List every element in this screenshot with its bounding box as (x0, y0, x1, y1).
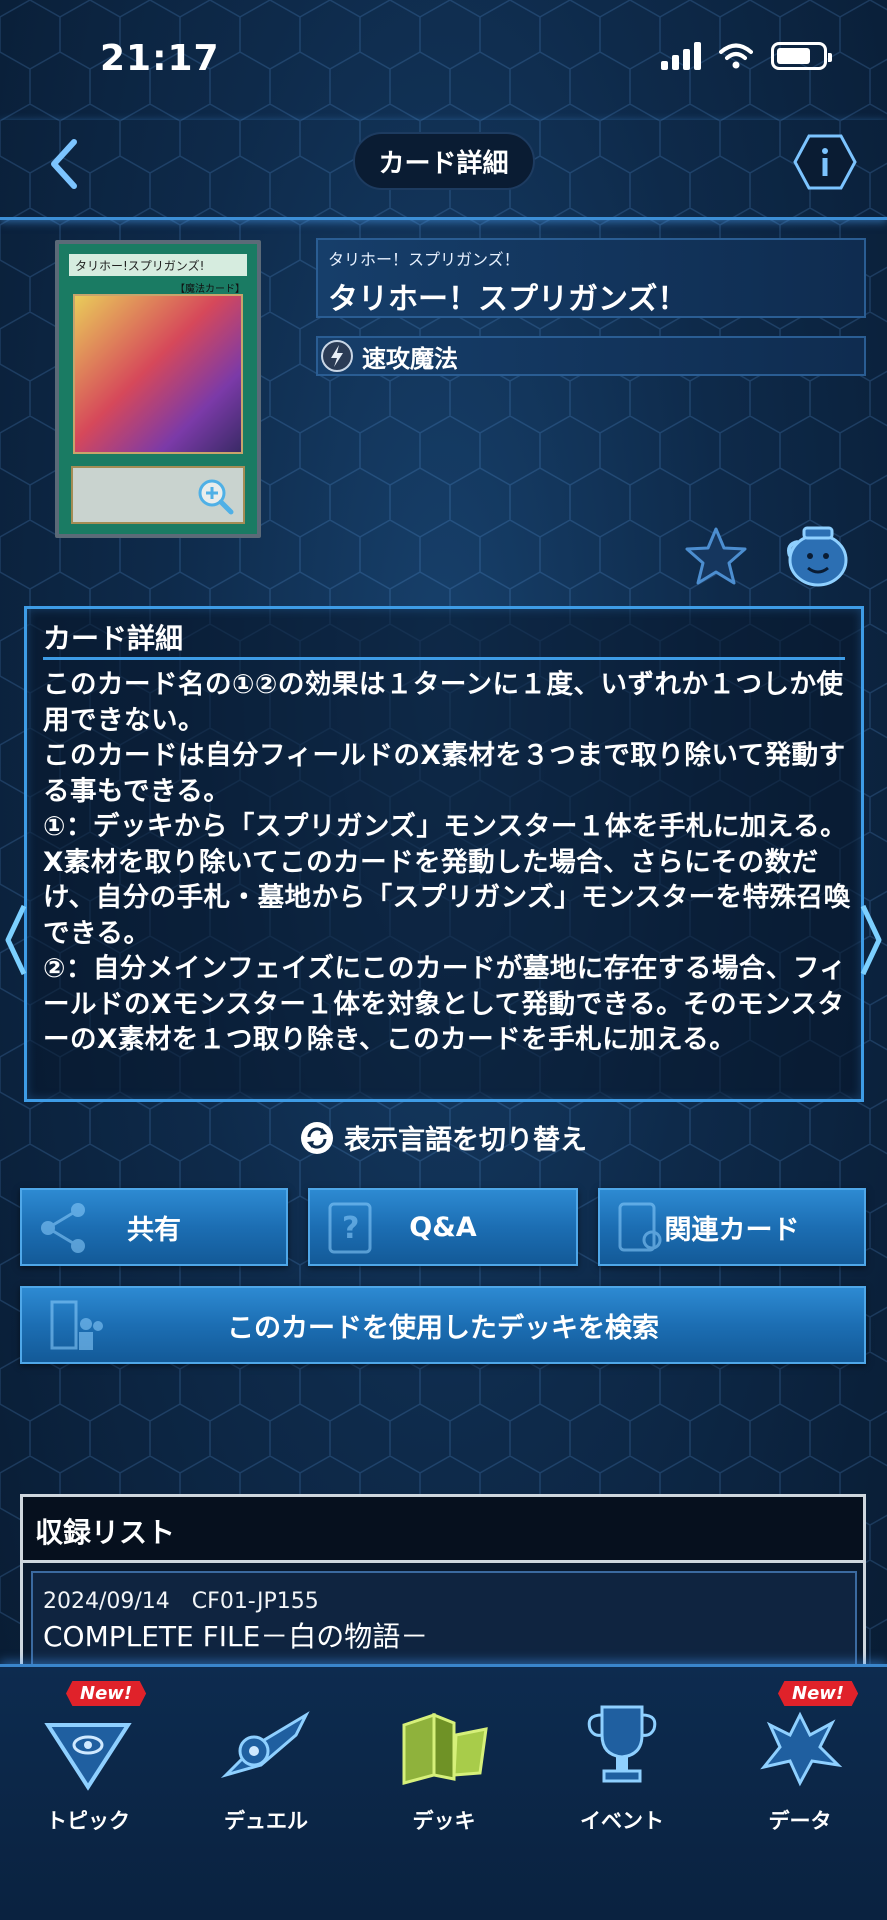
quick-play-spell-icon (321, 340, 353, 372)
card-name-ruby: タリホー！スプリガンズ！ (328, 250, 520, 269)
page-title: カード詳細 (352, 132, 535, 190)
wifi-icon (719, 43, 753, 69)
related-cards-button[interactable]: 関連カード (598, 1188, 866, 1266)
tab-deck-label: デッキ (412, 1809, 476, 1833)
release-list-title: 収録リスト (35, 1516, 176, 1549)
card-name-panel: タリホー！スプリガンズ！ タリホー！スプリガンズ！ (316, 238, 866, 318)
clock: 21:17 (100, 38, 220, 79)
card-name: タリホー！スプリガンズ！ (328, 282, 688, 317)
related-cards-label: 関連カード (664, 1214, 800, 1246)
tab-duel-label: デュエル (224, 1809, 308, 1833)
card-image[interactable]: タリホー!スプリガンズ! 【魔法カード】 (55, 240, 261, 538)
status-bar: 21:17 (0, 0, 887, 110)
release-date-code: 2024/09/14 CF01-JP155 (43, 1589, 319, 1614)
new-badge: New! (66, 1681, 147, 1706)
info-button[interactable] (793, 132, 857, 192)
millennium-puzzle-icon (44, 1723, 132, 1791)
card-image-type: 【魔法カード】 (175, 284, 245, 295)
app-header: カード詳細 (0, 120, 887, 220)
tab-duel[interactable]: デュエル (186, 1681, 346, 1833)
description-title: カード詳細 (43, 622, 184, 655)
refresh-language-icon (301, 1121, 333, 1154)
dragon-data-icon (760, 1711, 843, 1787)
language-switch-button[interactable]: 表示言語を切り替え (0, 1118, 887, 1157)
cellular-signal-icon (661, 42, 701, 70)
favorite-star-icon[interactable] (684, 526, 748, 586)
zoom-magnifier-icon[interactable] (195, 476, 235, 516)
card-description-box: カード詳細 このカード名の①②の効果は１ターンに１度、いずれか１つしか使用できな… (24, 606, 864, 1102)
release-list-header: 収録リスト (23, 1497, 863, 1563)
qa-button[interactable]: ? Q&A (308, 1188, 578, 1266)
card-type-label: 速攻魔法 (362, 344, 458, 373)
deck-search-icon (50, 1300, 103, 1350)
share-icon (41, 1203, 85, 1253)
share-button[interactable]: 共有 (20, 1188, 288, 1266)
tab-deck[interactable]: デッキ (364, 1681, 524, 1833)
card-image-name: タリホー!スプリガンズ! (69, 254, 247, 276)
release-pack-name: COMPLETE FILE－白の物語－ (43, 1620, 429, 1653)
next-card-arrow-icon[interactable] (857, 900, 885, 980)
search-decks-label: このカードを使用したデッキを検索 (227, 1312, 659, 1344)
description-divider (43, 657, 845, 660)
deck-cards-icon (402, 1712, 488, 1785)
trophy-icon (587, 1705, 657, 1783)
battery-icon (771, 42, 832, 70)
bottom-tab-bar: New! トピック デュエル デッキ イベント New! データ (0, 1664, 887, 1920)
back-button[interactable] (40, 134, 90, 194)
tab-event-label: イベント (580, 1809, 664, 1833)
qa-question-icon: ? (328, 1202, 372, 1254)
tab-topics[interactable]: New! トピック (8, 1681, 168, 1833)
new-badge: New! (778, 1681, 859, 1706)
tab-event[interactable]: イベント (542, 1681, 702, 1833)
tab-topics-label: トピック (46, 1809, 130, 1833)
share-label: 共有 (127, 1214, 181, 1246)
pot-of-greed-icon[interactable] (780, 522, 852, 588)
svg-text:?: ? (342, 1211, 359, 1246)
previous-card-arrow-icon[interactable] (2, 900, 30, 980)
card-type-panel: 速攻魔法 (316, 336, 866, 376)
status-icons (661, 42, 832, 70)
card-effect-text: このカード名の①②の効果は１ターンに１度、いずれか１つしか使用できない。 このカ… (43, 669, 851, 1055)
card-artwork (73, 294, 243, 454)
search-decks-button[interactable]: このカードを使用したデッキを検索 (20, 1286, 866, 1364)
language-switch-label: 表示言語を切り替え (344, 1125, 587, 1156)
tab-data[interactable]: New! データ (720, 1681, 880, 1833)
qa-label: Q&A (409, 1211, 477, 1243)
duel-disk-icon (220, 1711, 310, 1779)
related-cards-icon (618, 1202, 662, 1252)
tab-data-label: データ (768, 1809, 832, 1833)
